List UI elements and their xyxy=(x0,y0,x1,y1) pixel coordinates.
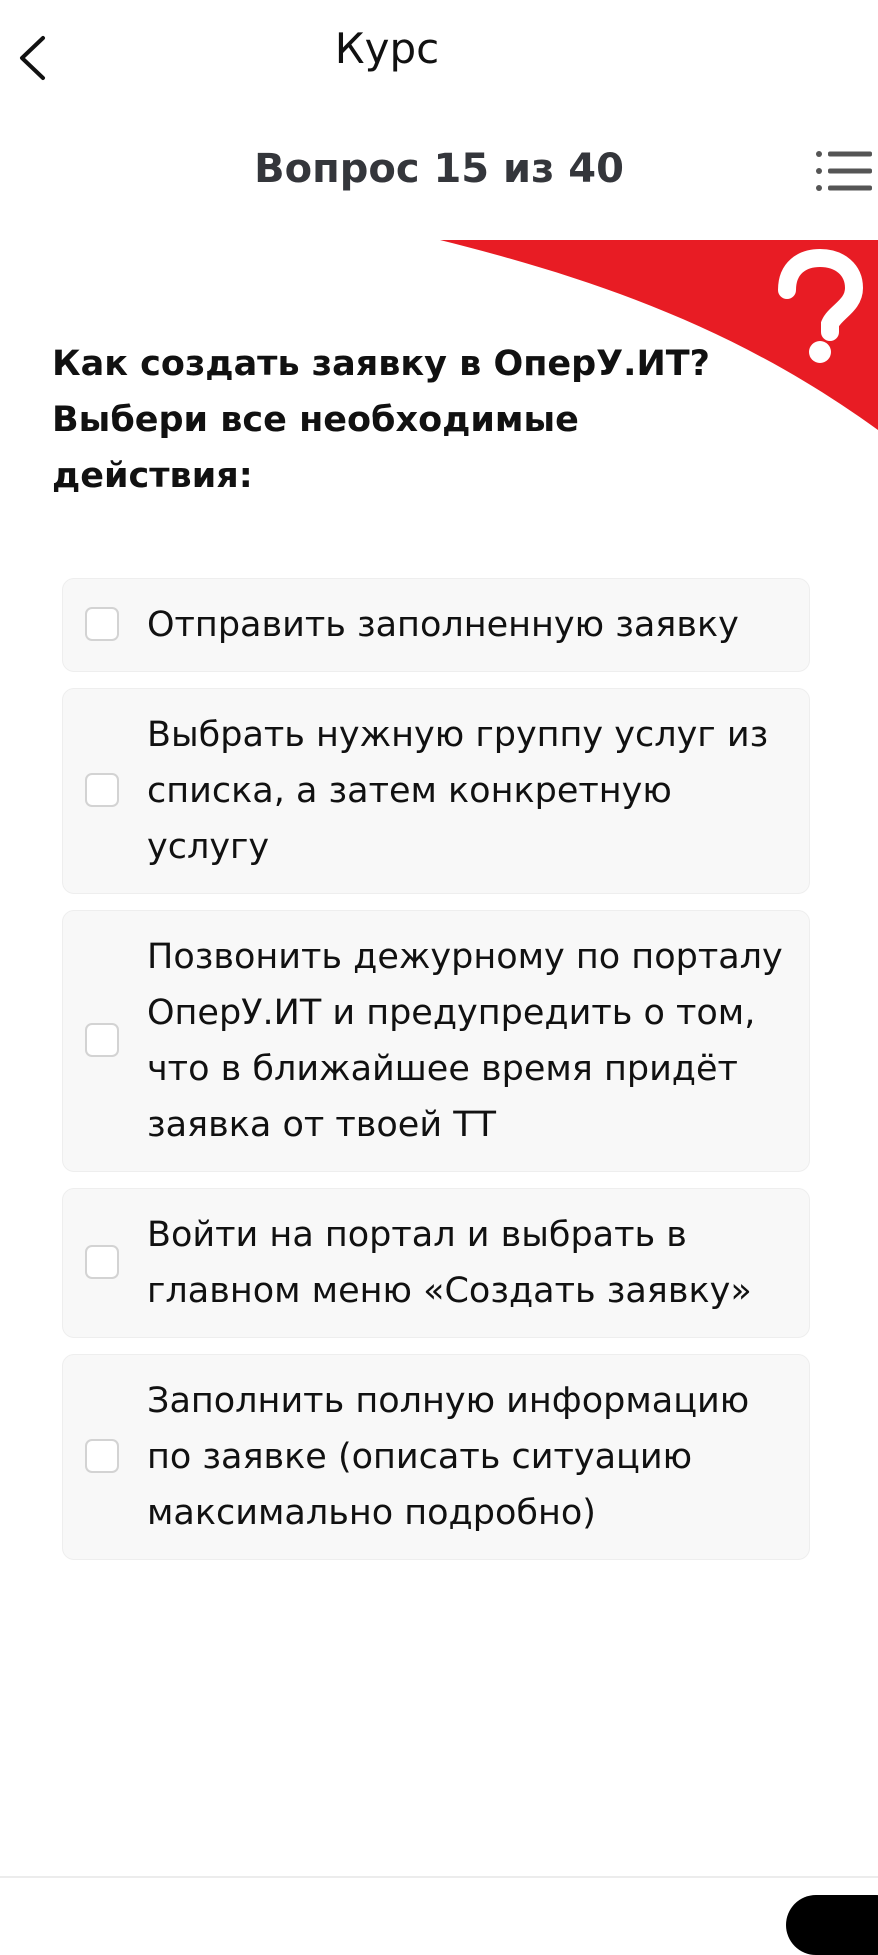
top-bar: Курс xyxy=(0,0,878,110)
answer-option[interactable]: Войти на портал и выбрать в главном меню… xyxy=(62,1188,810,1338)
next-button[interactable] xyxy=(786,1895,878,1955)
question-progress: Вопрос 15 из 40 xyxy=(254,146,624,192)
answer-options: Отправить заполненную заявку Выбрать нуж… xyxy=(62,578,810,1576)
answer-option-text: Отправить заполненную заявку xyxy=(147,605,739,645)
answer-option[interactable]: Отправить заполненную заявку xyxy=(62,578,810,672)
checkbox[interactable] xyxy=(85,1023,119,1057)
answer-option-text: Войти на портал и выбрать в главном меню… xyxy=(147,1215,752,1311)
questions-menu-button[interactable] xyxy=(814,148,874,194)
answer-option-text: Заполнить полную информацию по заявке (о… xyxy=(147,1381,750,1533)
checkbox[interactable] xyxy=(85,773,119,807)
checkbox[interactable] xyxy=(85,1439,119,1473)
checkbox[interactable] xyxy=(85,1245,119,1279)
checkbox[interactable] xyxy=(85,607,119,641)
list-menu-icon xyxy=(816,151,872,191)
answer-option[interactable]: Позвонить дежурному по порталу ОперУ.ИТ … xyxy=(62,910,810,1172)
page-title: Курс xyxy=(334,24,440,73)
question-text: Как создать заявку в ОперУ.ИТ? Выбери вс… xyxy=(52,344,710,496)
answer-option-text: Позвонить дежурному по порталу ОперУ.ИТ … xyxy=(147,937,783,1145)
bottom-divider xyxy=(0,1876,878,1878)
answer-option[interactable]: Выбрать нужную группу услуг из списка, а… xyxy=(62,688,810,894)
answer-option-text: Выбрать нужную группу услуг из списка, а… xyxy=(147,715,769,867)
answer-option[interactable]: Заполнить полную информацию по заявке (о… xyxy=(62,1354,810,1560)
